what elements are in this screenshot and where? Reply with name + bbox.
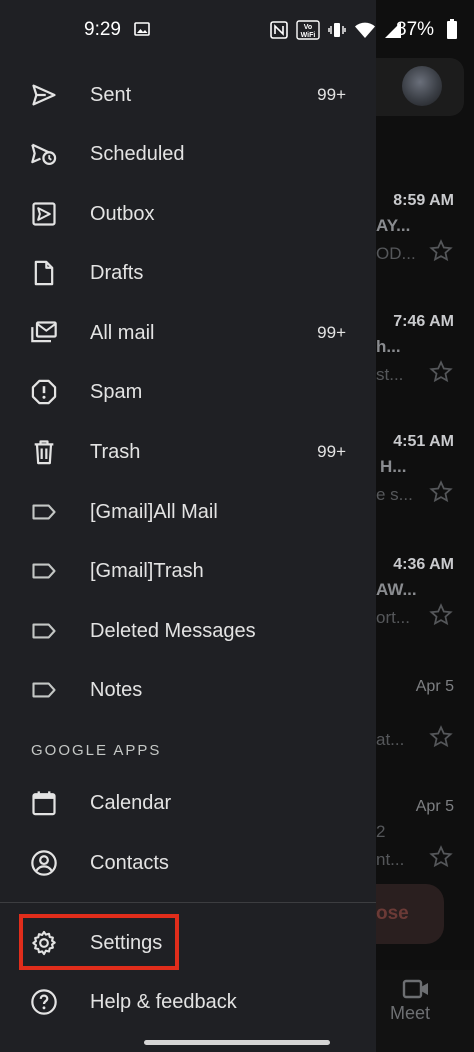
drawer-item-help-feedback[interactable]: Help & feedback xyxy=(0,974,376,1030)
section-title-google-apps: GOOGLE APPS xyxy=(31,742,162,759)
email-time: 4:51 AM xyxy=(393,433,454,450)
photo-icon xyxy=(134,22,150,36)
drawer-item-outbox[interactable]: Outbox xyxy=(0,186,376,242)
drawer-item-spam[interactable]: Spam xyxy=(0,364,376,420)
drawer-item-label: Drafts xyxy=(90,261,144,284)
drawer-item-gmail-all-mail[interactable]: [Gmail]All Mail xyxy=(0,484,376,540)
drawer-item-label: Deleted Messages xyxy=(90,619,256,642)
star-icon[interactable] xyxy=(428,844,454,870)
email-time: Apr 5 xyxy=(415,678,454,695)
drawer-item-label: [Gmail]Trash xyxy=(90,559,204,582)
drawer-item-label: [Gmail]All Mail xyxy=(90,500,218,523)
drawer-item-all-mail[interactable]: All mail 99+ xyxy=(0,305,376,361)
drawer-item-label: All mail xyxy=(90,321,155,344)
navigation-drawer: Sent 99+ Scheduled Outbox Drafts All mai… xyxy=(0,0,376,1052)
label-icon xyxy=(30,557,58,585)
all-mail-icon xyxy=(30,319,58,347)
vibrate-icon xyxy=(328,23,346,37)
email-time: 8:59 AM xyxy=(393,192,454,209)
spam-icon xyxy=(30,378,58,406)
drawer-item-label: Scheduled xyxy=(90,142,185,165)
vowifi-bottom-text: WiFi xyxy=(301,32,316,39)
battery-icon xyxy=(447,19,457,39)
drawer-item-drafts[interactable]: Drafts xyxy=(0,245,376,301)
email-snippet: e s... xyxy=(376,485,413,504)
drawer-item-scheduled[interactable]: Scheduled xyxy=(0,126,376,182)
unread-count: 99+ xyxy=(317,442,346,461)
gesture-home-bar[interactable] xyxy=(144,1040,330,1045)
star-icon[interactable] xyxy=(428,479,454,505)
drawer-item-deleted-messages[interactable]: Deleted Messages xyxy=(0,603,376,659)
email-sender: AY... xyxy=(376,216,411,235)
battery-percent: 87% xyxy=(396,19,435,40)
email-sender: AW... xyxy=(376,580,417,599)
star-icon[interactable] xyxy=(428,238,454,264)
sent-icon xyxy=(30,81,58,109)
star-icon[interactable] xyxy=(428,724,454,750)
status-bar: 9:29 Vo WiFi 87% xyxy=(0,0,474,46)
drawer-item-label: Sent xyxy=(90,83,132,106)
drawer-item-label: Trash xyxy=(90,440,141,463)
unread-count: 99+ xyxy=(317,323,346,342)
avatar[interactable] xyxy=(402,66,442,106)
vowifi-top-text: Vo xyxy=(304,24,312,31)
email-row[interactable]: 7:46 AM h... st... xyxy=(376,313,474,433)
compose-label: ose xyxy=(376,903,409,924)
contacts-icon xyxy=(30,849,58,877)
email-time: 7:46 AM xyxy=(393,313,454,330)
wifi-icon xyxy=(355,22,375,38)
email-row[interactable]: Apr 5 at... xyxy=(376,678,474,798)
email-snippet: st... xyxy=(376,365,404,384)
trash-icon xyxy=(30,438,58,466)
email-snippet: OD... xyxy=(376,244,416,263)
email-snippet: nt... xyxy=(376,850,405,869)
status-time: 9:29 xyxy=(84,19,121,40)
label-icon xyxy=(30,676,58,704)
video-camera-icon[interactable] xyxy=(402,978,430,1000)
help-icon xyxy=(30,988,58,1016)
email-sender: h... xyxy=(376,337,401,356)
nfc-icon xyxy=(270,21,288,39)
drawer-item-notes[interactable]: Notes xyxy=(0,662,376,718)
drawer-item-calendar[interactable]: Calendar xyxy=(0,775,376,831)
drawer-item-label: Spam xyxy=(90,380,143,403)
unread-count: 99+ xyxy=(317,85,346,104)
drawer-item-label: Contacts xyxy=(90,851,169,874)
drafts-icon xyxy=(30,259,58,287)
email-time: 4:36 AM xyxy=(393,556,454,573)
email-sender: 2 xyxy=(376,822,386,841)
drawer-item-label: Help & feedback xyxy=(90,990,237,1013)
drawer-item-gmail-trash[interactable]: [Gmail]Trash xyxy=(0,543,376,599)
drawer-item-contacts[interactable]: Contacts xyxy=(0,835,376,891)
label-icon xyxy=(30,498,58,526)
label-icon xyxy=(30,617,58,645)
vowifi-icon: Vo WiFi xyxy=(296,20,320,40)
drawer-item-label: Outbox xyxy=(90,202,155,225)
divider xyxy=(0,902,376,903)
email-sender: H... xyxy=(380,457,407,476)
email-time: Apr 5 xyxy=(415,798,454,815)
drawer-item-trash[interactable]: Trash 99+ xyxy=(0,424,376,480)
email-row[interactable]: 4:36 AM AW... ort... xyxy=(376,556,474,676)
scheduled-icon xyxy=(30,140,58,168)
drawer-item-label: Calendar xyxy=(90,791,172,814)
star-icon[interactable] xyxy=(428,602,454,628)
highlight-box xyxy=(19,914,179,970)
email-snippet: ort... xyxy=(376,608,411,627)
calendar-icon xyxy=(30,789,58,817)
star-icon[interactable] xyxy=(428,359,454,385)
email-row[interactable]: 8:59 AM AY... OD... xyxy=(376,192,474,312)
email-snippet: at... xyxy=(376,730,405,749)
drawer-item-sent[interactable]: Sent 99+ xyxy=(0,67,376,123)
meet-tab-label[interactable]: Meet xyxy=(390,1003,430,1024)
drawer-item-label: Notes xyxy=(90,678,143,701)
email-row[interactable]: 4:51 AM H... e s... xyxy=(376,433,474,553)
outbox-icon xyxy=(30,200,58,228)
